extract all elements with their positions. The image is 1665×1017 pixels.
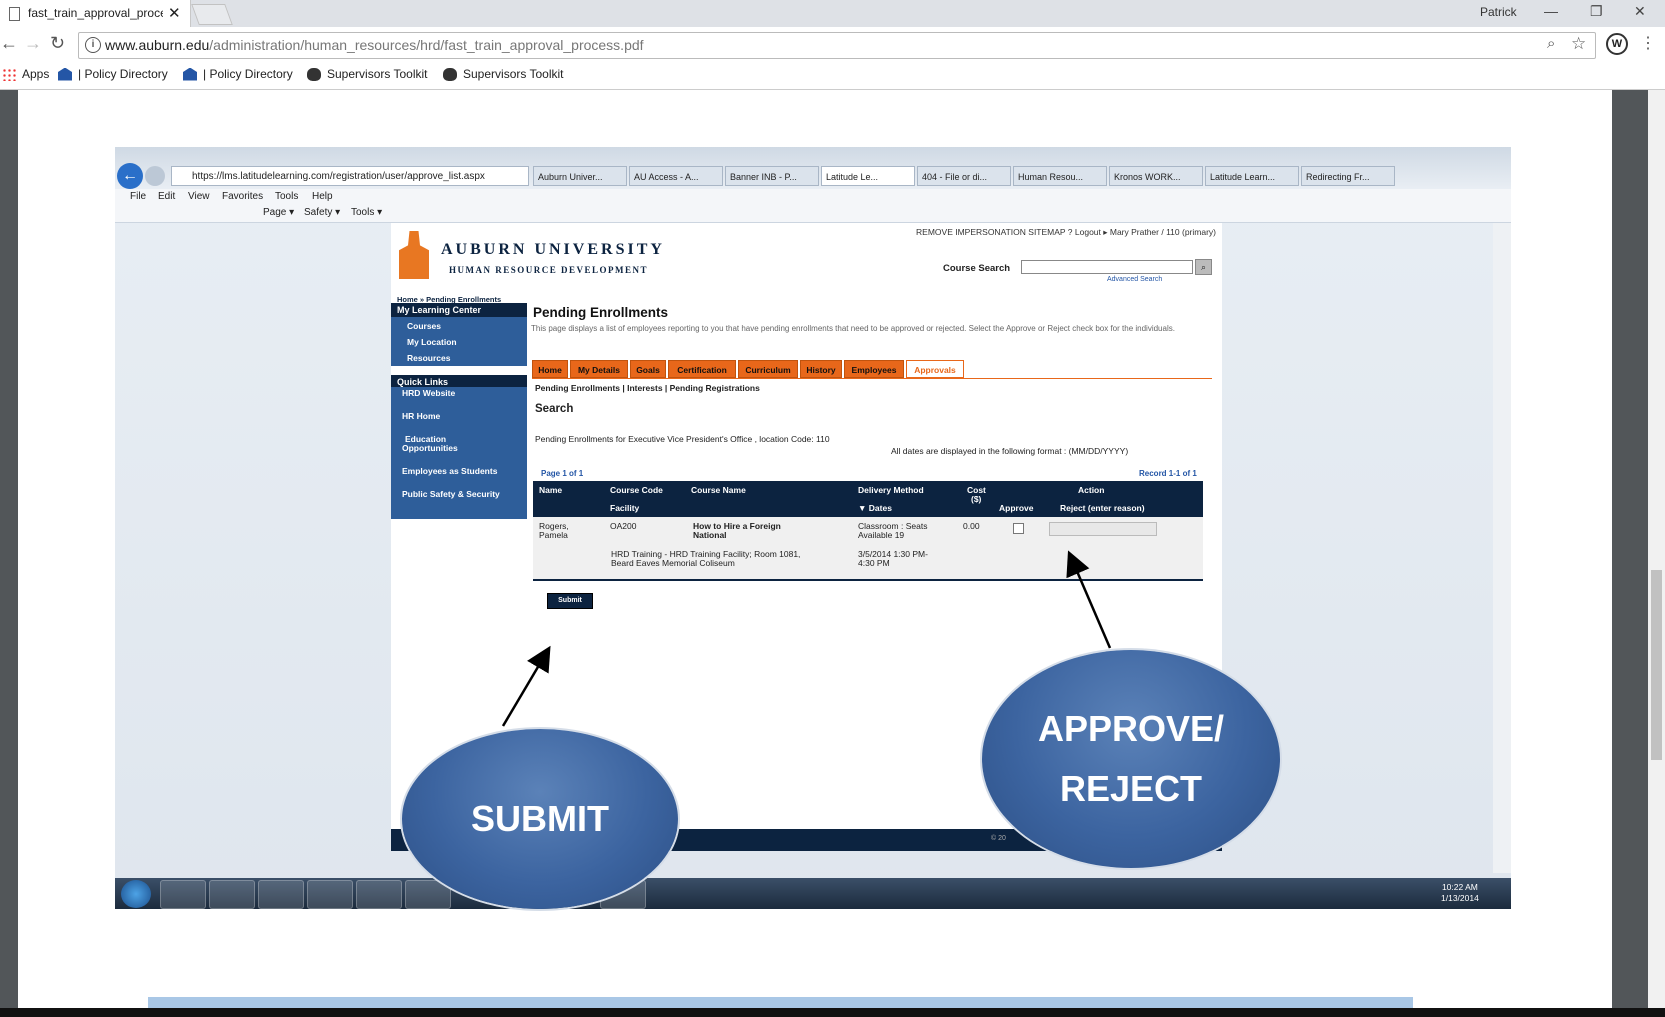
submit-callout: SUBMIT bbox=[402, 729, 678, 909]
reject-callout-label: REJECT bbox=[1059, 768, 1203, 809]
submit-callout-label: SUBMIT bbox=[471, 798, 609, 839]
approve-callout-label: APPROVE/ bbox=[1037, 708, 1225, 749]
submit-arrow bbox=[501, 645, 551, 727]
approve-reject-arrow bbox=[1066, 550, 1112, 649]
annotation-arrows bbox=[501, 550, 1112, 727]
bottom-edge bbox=[0, 1008, 1665, 1017]
approve-reject-callout: APPROVE/ REJECT bbox=[982, 650, 1280, 868]
